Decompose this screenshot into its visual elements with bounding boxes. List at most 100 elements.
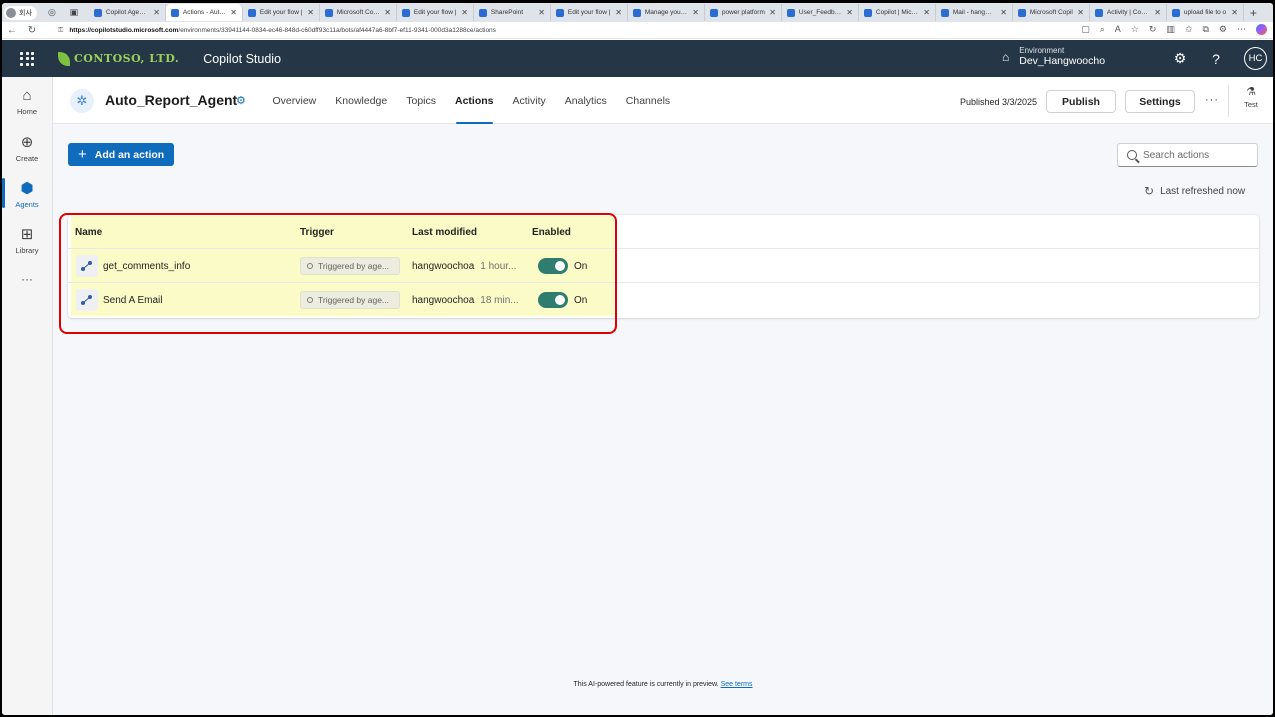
environment-value: Dev_Hangwoocho xyxy=(1019,55,1106,67)
test-label: Test xyxy=(1244,100,1258,109)
left-rail: ⌂ Home ⊕ Create ⬢ Agents ⊞ Library ··· xyxy=(2,77,53,715)
annotation-highlight-box xyxy=(59,213,617,334)
browser-tab[interactable]: Activity | Conne ✕ xyxy=(1090,4,1167,21)
refresh-page-icon[interactable]: ↻ xyxy=(1149,24,1157,35)
environment-picker[interactable]: ⌂ Environment Dev_Hangwoocho xyxy=(1002,46,1105,67)
browser-tab[interactable]: Edit your flow | ✕ xyxy=(243,4,320,21)
close-tab-icon[interactable]: ✕ xyxy=(1000,8,1007,17)
product-name[interactable]: Copilot Studio xyxy=(203,52,281,66)
tab-favicon-icon xyxy=(247,8,256,17)
search-icon xyxy=(1127,150,1137,160)
help-icon[interactable]: ? xyxy=(1208,51,1224,67)
browser-tab[interactable]: Edit your flow | ✕ xyxy=(551,4,628,21)
tab-actions-icon[interactable]: ▣ xyxy=(67,6,81,20)
profile-avatar-icon xyxy=(6,7,16,18)
collections-icon[interactable]: ⧉ xyxy=(1202,24,1208,35)
app-launcher-icon[interactable] xyxy=(2,51,52,66)
tab-title: Microsoft Copil xyxy=(1029,9,1073,16)
close-tab-icon[interactable]: ✕ xyxy=(1231,8,1238,17)
tab-overview[interactable]: Overview xyxy=(263,77,326,124)
profile-button[interactable]: 회사 xyxy=(4,5,37,20)
browser-tab[interactable]: Manage your flo ✕ xyxy=(628,4,705,21)
agent-avatar-icon: ✲ xyxy=(70,89,94,113)
close-tab-icon[interactable]: ✕ xyxy=(230,8,237,17)
close-tab-icon[interactable]: ✕ xyxy=(692,8,699,17)
tab-channels[interactable]: Channels xyxy=(616,77,679,124)
refresh-button[interactable]: ↻ Last refreshed now xyxy=(1144,184,1245,198)
back-icon[interactable]: ← xyxy=(2,25,22,36)
refreshed-label: Last refreshed now xyxy=(1160,185,1246,197)
rail-item-home[interactable]: ⌂ Home xyxy=(2,81,52,121)
close-tab-icon[interactable]: ✕ xyxy=(615,8,622,17)
library-icon: ⊞ xyxy=(20,225,34,243)
close-tab-icon[interactable]: ✕ xyxy=(384,8,391,17)
install-app-icon[interactable]: ▢ xyxy=(1081,24,1090,35)
close-tab-icon[interactable]: ✕ xyxy=(1154,8,1161,17)
tab-topics[interactable]: Topics xyxy=(397,77,446,124)
favorites-icon[interactable]: ✩ xyxy=(1185,24,1193,35)
url-field[interactable]: ⚿ https://copilotstudio.microsoft.com/en… xyxy=(58,24,1058,37)
tab-favicon-icon xyxy=(940,8,949,17)
agent-header: ✲ Auto_Report_Agent ⚙ Overview Knowledge T… xyxy=(53,77,1273,124)
extensions-icon[interactable]: ⚙ xyxy=(1219,24,1227,35)
browser-tab[interactable]: Mail - hangwoo ✕ xyxy=(936,4,1013,21)
workspaces-icon[interactable]: ◎ xyxy=(45,6,59,20)
agent-settings-icon[interactable]: ⚙ xyxy=(236,94,246,107)
more-browser-icon[interactable]: ⋯ xyxy=(1237,24,1246,35)
browser-tab[interactable]: User_Feedback ✕ xyxy=(782,4,859,21)
publish-button[interactable]: Publish xyxy=(1046,90,1116,113)
browser-tab[interactable]: Microsoft Copil ✕ xyxy=(1013,4,1090,21)
close-tab-icon[interactable]: ✕ xyxy=(307,8,314,17)
rail-item-agents[interactable]: ⬢ Agents xyxy=(2,174,52,214)
tab-title: Edit your flow | xyxy=(567,9,611,16)
test-button[interactable]: ⚗ Test xyxy=(1236,85,1266,109)
close-tab-icon[interactable]: ✕ xyxy=(769,8,776,17)
rail-item-create[interactable]: ⊕ Create xyxy=(2,128,52,168)
browser-tab[interactable]: Copilot | Micros ✕ xyxy=(859,4,936,21)
browser-tab[interactable]: Edit your flow | ✕ xyxy=(397,4,474,21)
tab-favicon-icon xyxy=(632,8,641,17)
browser-tab[interactable]: SharePoint ✕ xyxy=(474,4,551,21)
settings-button[interactable]: Settings xyxy=(1125,90,1195,113)
close-tab-icon[interactable]: ✕ xyxy=(153,8,160,17)
browser-tab[interactable]: Actions - Auto_ ✕ xyxy=(165,4,243,21)
app-header: CONTOSO, LTD. Copilot Studio ⌂ Environme… xyxy=(2,40,1273,77)
tab-title: Edit your flow | xyxy=(413,9,457,16)
close-tab-icon[interactable]: ✕ xyxy=(1077,8,1084,17)
address-bar: ← ↻ ⚿ https://copilotstudio.microsoft.co… xyxy=(2,22,1273,39)
settings-gear-icon[interactable]: ⚙ xyxy=(1172,50,1188,67)
browser-tab[interactable]: Microsoft Copilo ✕ xyxy=(320,4,397,21)
new-tab-icon[interactable]: + xyxy=(1250,6,1257,20)
tab-activity[interactable]: Activity xyxy=(503,77,555,124)
split-screen-icon[interactable]: ▥ xyxy=(1166,24,1175,35)
add-action-button[interactable]: + Add an action xyxy=(68,143,174,166)
close-tab-icon[interactable]: ✕ xyxy=(923,8,930,17)
browser-tab[interactable]: upload file to o ✕ xyxy=(1167,4,1244,21)
browser-tab[interactable]: power platform ✕ xyxy=(705,4,782,21)
tab-title: Copilot | Micros xyxy=(875,9,920,16)
tab-favicon-icon xyxy=(863,8,872,17)
flask-icon: ⚗ xyxy=(1246,86,1256,98)
browser-tab[interactable]: Copilot Agent Su ✕ xyxy=(89,4,166,21)
zoom-icon[interactable]: ⌕ xyxy=(1100,24,1105,35)
close-tab-icon[interactable]: ✕ xyxy=(461,8,468,17)
read-aloud-icon[interactable]: A xyxy=(1115,24,1121,35)
more-options-icon[interactable]: ··· xyxy=(1205,94,1219,106)
close-tab-icon[interactable]: ✕ xyxy=(846,8,853,17)
avatar[interactable]: HC xyxy=(1244,47,1267,70)
tab-analytics[interactable]: Analytics xyxy=(555,77,616,124)
close-tab-icon[interactable]: ✕ xyxy=(538,8,545,17)
tab-favicon-icon xyxy=(324,8,333,17)
search-input[interactable] xyxy=(1143,149,1253,161)
see-terms-link[interactable]: See terms xyxy=(721,681,753,688)
tab-knowledge[interactable]: Knowledge xyxy=(326,77,397,124)
favorite-icon[interactable]: ☆ xyxy=(1131,24,1139,35)
rail-item-library[interactable]: ⊞ Library xyxy=(2,220,52,260)
rail-more-button[interactable]: ··· xyxy=(2,269,52,289)
preview-notice: This AI-powered feature is currently in … xyxy=(573,681,719,688)
refresh-icon[interactable]: ↻ xyxy=(22,25,42,36)
copilot-icon[interactable] xyxy=(1256,24,1267,35)
add-action-label: Add an action xyxy=(94,148,165,161)
brand-logo: CONTOSO, LTD. xyxy=(58,51,179,66)
tab-actions[interactable]: Actions xyxy=(446,77,504,124)
